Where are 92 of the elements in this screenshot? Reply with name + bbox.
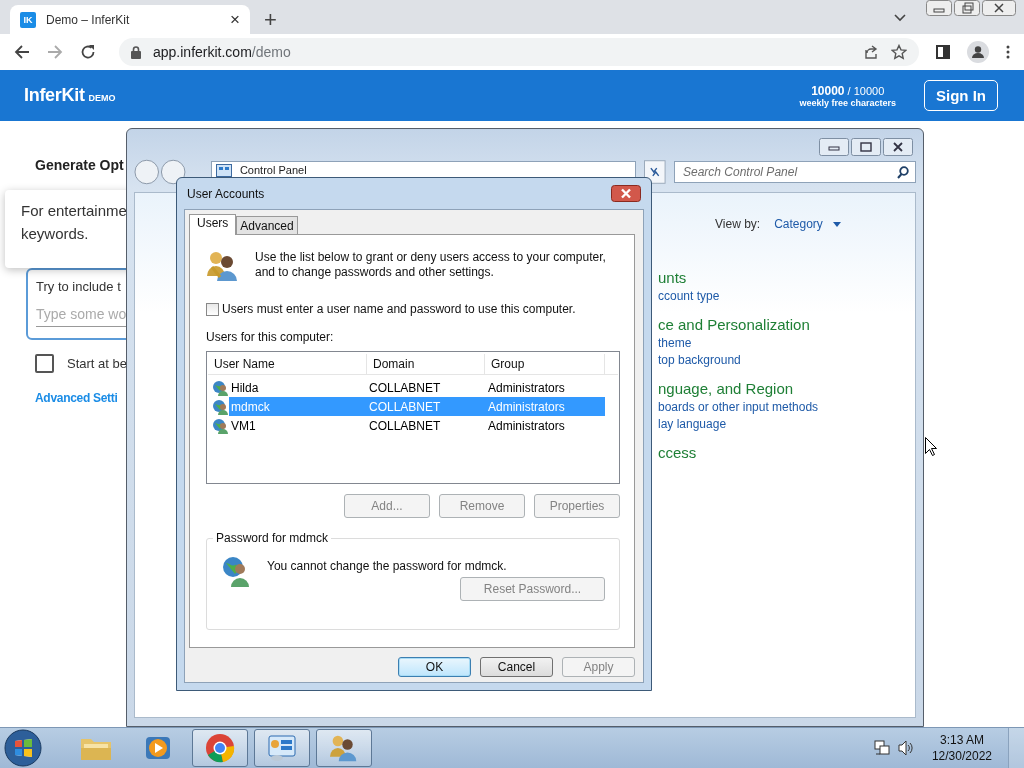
taskbar-button[interactable] — [316, 729, 372, 767]
new-tab-button[interactable]: + — [260, 8, 281, 32]
side-panel-icon[interactable] — [936, 45, 950, 59]
column-header[interactable]: Domain — [367, 354, 485, 374]
breadcrumb[interactable]: Control Panel — [239, 164, 307, 176]
user-icon — [212, 417, 229, 434]
close-icon[interactable] — [883, 138, 913, 156]
checkbox-label: Users must enter a user name and password to use this computer. — [222, 302, 576, 316]
section-heading: Generate Opt — [35, 157, 124, 173]
popup-text: For entertainme — [21, 202, 128, 219]
tab[interactable]: Advanced — [236, 216, 298, 234]
clock-date: 12/30/2022 — [931, 749, 992, 763]
view-by-label: View by: — [715, 217, 761, 231]
url-text: app.inferkit.com/demo — [153, 44, 291, 60]
network-icon[interactable] — [873, 740, 892, 756]
table-cell-text: Administrators — [488, 399, 566, 414]
category-link[interactable]: nguage, and Region — [658, 380, 819, 397]
taskbar-button[interactable] — [192, 729, 248, 767]
user-icon — [212, 398, 229, 415]
tab-search-icon[interactable] — [894, 14, 906, 22]
user-row[interactable]: VM1 COLLABNET Administrators — [229, 416, 605, 435]
table-cell-text: COLLABNET — [369, 418, 442, 433]
user-icon — [212, 379, 229, 396]
dialog-button[interactable]: OK — [398, 657, 471, 677]
dialog-title: User Accounts — [187, 186, 265, 201]
close-icon[interactable] — [611, 185, 641, 202]
logo-subtitle: DEMO — [88, 93, 116, 103]
restore-icon[interactable] — [954, 0, 980, 16]
search-field[interactable]: Search Control Panel — [674, 161, 916, 183]
users-icon — [206, 250, 240, 282]
table-cell-text: Hilda — [230, 380, 260, 395]
task-link[interactable]: boards or other input methods — [658, 400, 819, 414]
browser-tab[interactable]: IK Demo – InferKit × — [10, 5, 250, 34]
back-icon[interactable] — [14, 44, 30, 60]
password-message: You cannot change the password for mdmck. — [267, 559, 507, 573]
mouse-pointer-icon — [925, 437, 937, 456]
column-header[interactable]: Group — [485, 354, 605, 374]
checkbox-label: Start at be — [67, 356, 127, 371]
tab[interactable]: Users — [189, 214, 237, 235]
field-label: Try to include t — [36, 279, 122, 294]
task-link[interactable]: top background — [658, 353, 819, 367]
table-cell-text: Administrators — [488, 380, 566, 395]
caret-icon[interactable] — [832, 221, 841, 227]
task-link[interactable]: lay language — [658, 417, 819, 431]
close-icon[interactable] — [982, 0, 1016, 16]
category-link[interactable]: unts — [658, 269, 819, 286]
minimize-icon[interactable] — [926, 0, 952, 16]
minimize-icon[interactable] — [819, 138, 849, 156]
category-link[interactable]: ccess — [658, 444, 819, 461]
taskbar-button[interactable] — [254, 729, 310, 767]
star-icon[interactable] — [891, 44, 907, 60]
users-icon — [329, 734, 359, 762]
credits-count: 10000 / 10000 — [811, 83, 885, 98]
checkbox[interactable] — [35, 354, 54, 373]
checkbox[interactable] — [206, 302, 219, 316]
volume-icon[interactable] — [897, 740, 914, 756]
maximize-icon[interactable] — [851, 138, 881, 156]
reload-icon[interactable] — [80, 44, 96, 60]
table-cell-text: mdmck — [230, 399, 271, 414]
media-player-icon — [144, 735, 172, 761]
control-panel-icon — [267, 734, 297, 762]
column-header[interactable]: User Name — [208, 354, 367, 374]
lock-icon — [131, 45, 141, 59]
credits-label: weekly free characters — [799, 97, 896, 108]
profile-icon[interactable] — [967, 41, 989, 63]
list-label: Users for this computer: — [206, 330, 335, 344]
close-tab-button[interactable]: × — [228, 11, 242, 28]
site-favicon: IK — [20, 11, 36, 28]
sign-in-button[interactable]: Sign In — [924, 80, 998, 111]
table-cell-text: COLLABNET — [369, 399, 442, 414]
address-bar[interactable]: app.inferkit.com/demo — [119, 38, 919, 66]
intro-text: Use the list below to grant or deny users access to your computer, and to change passwords and other settings. — [255, 250, 606, 281]
category-link[interactable]: ce and Personalization — [658, 316, 819, 333]
chrome-icon — [205, 733, 235, 763]
clock[interactable]: 3:13 AM 12/30/2022 — [931, 733, 992, 763]
start-button-icon[interactable] — [4, 729, 42, 767]
tab-title: Demo – InferKit — [46, 12, 131, 27]
dialog-button[interactable]: Cancel — [480, 657, 553, 677]
task-link[interactable]: ccount type — [658, 289, 819, 303]
table-cell-text: VM1 — [230, 418, 257, 433]
refresh-icon[interactable] — [644, 160, 666, 184]
group-title: Password for mdmck — [213, 531, 332, 545]
logo[interactable]: InferKit — [24, 85, 85, 106]
user-row[interactable]: Hilda COLLABNET Administrators — [229, 378, 605, 397]
share-icon[interactable] — [863, 44, 879, 60]
table-cell-text: Administrators — [488, 418, 566, 433]
table-cell-text: COLLABNET — [369, 380, 442, 395]
menu-icon[interactable] — [1006, 45, 1010, 59]
task-link[interactable]: theme — [658, 336, 819, 350]
clock-time: 3:13 AM — [939, 733, 984, 747]
search-icon[interactable] — [897, 166, 909, 179]
view-by-dropdown[interactable]: Category — [774, 217, 823, 231]
